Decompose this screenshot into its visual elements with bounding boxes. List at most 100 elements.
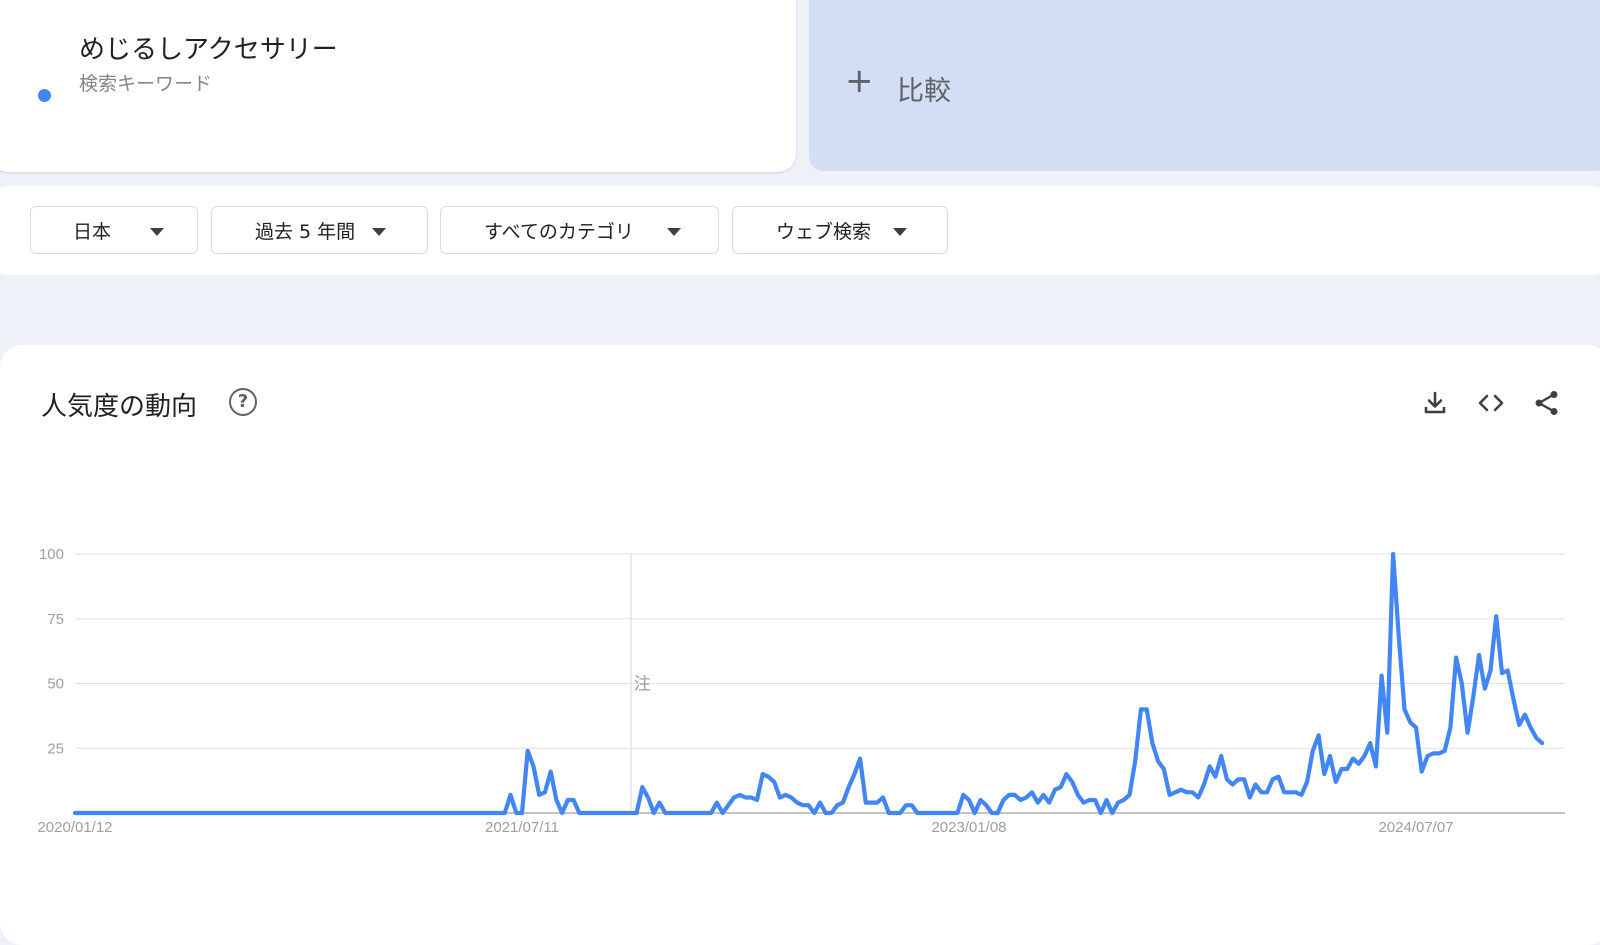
- data-point: [1534, 736, 1538, 740]
- data-point: [818, 801, 822, 805]
- data-point: [852, 772, 856, 776]
- data-point: [1414, 726, 1418, 730]
- data-point: [1540, 741, 1544, 745]
- data-point: [1047, 801, 1051, 805]
- data-point: [1087, 798, 1091, 802]
- data-point: [1277, 775, 1281, 779]
- data-point: [864, 801, 868, 805]
- data-point: [1322, 772, 1326, 776]
- data-point: [1162, 767, 1166, 771]
- data-point: [1254, 783, 1258, 787]
- data-point: [503, 811, 507, 815]
- data-point: [1408, 720, 1412, 724]
- data-point: [772, 780, 776, 784]
- data-point: [709, 811, 713, 815]
- data-point: [1294, 790, 1298, 794]
- data-point: [1099, 811, 1103, 815]
- data-point: [755, 798, 759, 802]
- data-point: [543, 790, 547, 794]
- data-point: [1471, 695, 1475, 699]
- data-point: [1242, 777, 1246, 781]
- data-point: [1036, 801, 1040, 805]
- data-point: [1328, 754, 1332, 758]
- data-point: [1282, 790, 1286, 794]
- data-point: [1064, 772, 1068, 776]
- data-point: [898, 811, 902, 815]
- interest-line-chart[interactable]: 注 25 50 75 100 2020/01/12 2021/07/11 2023/01/0…: [0, 0, 1600, 919]
- data-point: [1105, 798, 1109, 802]
- data-point: [1489, 669, 1493, 673]
- data-point: [761, 772, 765, 776]
- data-point: [778, 796, 782, 800]
- data-point: [514, 811, 518, 815]
- data-point: [956, 811, 960, 815]
- data-point: [893, 811, 897, 815]
- data-point: [663, 811, 667, 815]
- data-point: [784, 793, 788, 797]
- data-point: [973, 811, 977, 815]
- data-point: [1265, 790, 1269, 794]
- data-point: [554, 798, 558, 802]
- data-point: [732, 796, 736, 800]
- data-point: [1288, 790, 1292, 794]
- data-point: [812, 811, 816, 815]
- data-point: [646, 796, 650, 800]
- data-point: [1334, 780, 1338, 784]
- data-point: [1179, 788, 1183, 792]
- data-point: [1231, 783, 1235, 787]
- y-tick-label: 25: [47, 740, 64, 757]
- data-point: [1019, 798, 1023, 802]
- data-point: [635, 811, 639, 815]
- data-point: [1024, 796, 1028, 800]
- data-point: [1150, 741, 1154, 745]
- data-point: [841, 801, 845, 805]
- data-point: [835, 803, 839, 807]
- data-point: [1128, 793, 1132, 797]
- data-point: [566, 798, 570, 802]
- data-point: [830, 811, 834, 815]
- data-point: [572, 798, 576, 802]
- data-point: [1082, 801, 1086, 805]
- data-point: [1305, 780, 1309, 784]
- data-point: [1299, 793, 1303, 797]
- x-tick-label: 2024/07/07: [1378, 819, 1453, 836]
- data-point: [509, 793, 513, 797]
- data-point: [1466, 731, 1470, 735]
- data-point: [1156, 759, 1160, 763]
- annotation-marker: 注: [634, 675, 651, 695]
- data-point: [1070, 780, 1074, 784]
- data-point: [623, 811, 627, 815]
- x-tick-label: 2020/01/12: [37, 819, 112, 836]
- y-tick-label: 75: [47, 611, 64, 628]
- data-point: [766, 775, 770, 779]
- data-point: [1196, 796, 1200, 800]
- data-point: [1403, 707, 1407, 711]
- data-point: [1248, 796, 1252, 800]
- data-point: [1374, 764, 1378, 768]
- data-point: [1225, 777, 1229, 781]
- data-point: [1042, 793, 1046, 797]
- data-point: [1351, 757, 1355, 761]
- data-point: [1122, 798, 1126, 802]
- data-point: [749, 796, 753, 800]
- data-point: [1053, 788, 1057, 792]
- data-point: [1340, 767, 1344, 771]
- data-point: [537, 793, 541, 797]
- data-point: [1391, 552, 1395, 556]
- data-point: [875, 801, 879, 805]
- data-point: [807, 803, 811, 807]
- data-point: [904, 803, 908, 807]
- data-point: [1357, 762, 1361, 766]
- data-point: [73, 811, 77, 815]
- data-point: [1059, 785, 1063, 789]
- data-point: [1007, 793, 1011, 797]
- data-point: [1030, 790, 1034, 794]
- data-point: [996, 811, 1000, 815]
- data-point: [1093, 798, 1097, 802]
- data-point: [1477, 653, 1481, 657]
- data-point: [1345, 767, 1349, 771]
- data-point: [1511, 697, 1515, 701]
- data-point: [870, 801, 874, 805]
- data-point: [726, 803, 730, 807]
- data-point: [560, 811, 564, 815]
